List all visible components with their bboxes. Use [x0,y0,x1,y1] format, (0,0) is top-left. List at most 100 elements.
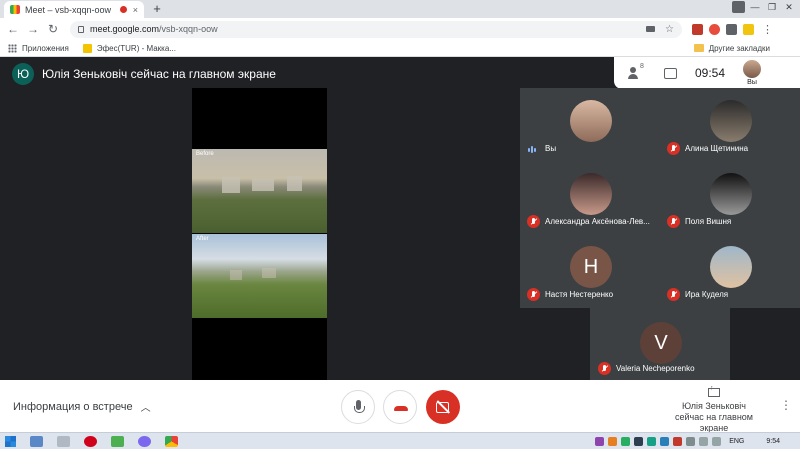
participant-tile[interactable]: Вы [520,88,660,161]
bookmark-efes-label: Эфес(TUR) - Макка... [96,43,176,53]
before-photo: Before [192,149,327,233]
network-icon[interactable] [699,436,709,446]
camera-permission-icon[interactable] [646,26,656,32]
presenter-bar: Ю Юлія Зеньковіч сейчас на главном экран… [12,63,276,85]
tray-icon[interactable] [673,436,683,446]
presenter-avatar: Ю [12,63,34,85]
app-icon[interactable] [111,435,124,447]
camera-off-button[interactable] [426,390,460,424]
extension-icon[interactable] [692,23,703,35]
participant-name: Алина Щетинина [685,144,749,153]
minimize-button[interactable]: — [748,1,762,14]
reload-icon[interactable]: ↻ [46,22,60,36]
screen: Meet – vsb-xqqn-oow × + — ❐ ✕ ← → ↻ meet… [0,0,800,449]
url-path: /vsb-xqqn-oow [159,24,218,34]
address-bar[interactable]: meet.google.com /vsb-xqqn-oow ☆ [70,20,682,38]
browser-tabstrip: Meet – vsb-xqqn-oow × + — ❐ ✕ [0,0,800,18]
building-shape [287,176,302,191]
bookmark-star-icon[interactable]: ☆ [665,24,674,35]
profile-icon[interactable] [732,1,745,13]
mic-off-icon [667,288,680,301]
chrome-icon[interactable] [165,435,178,447]
meeting-info-button[interactable]: Информация о встрече ︿ [13,399,151,415]
self-label: Вы [747,79,757,86]
browser-tab-meet[interactable]: Meet – vsb-xqqn-oow × [4,1,144,18]
presenting-line-1: Юлія Зеньковіч [682,401,746,411]
hang-up-button[interactable] [383,390,417,424]
meeting-clock: 09:54 [695,66,726,80]
meet-controls: Информация о встрече ︿ Юлія Зеньковіч се… [0,380,800,434]
volume-icon[interactable] [712,436,722,446]
participant-tile[interactable]: H Настя Нестеренко [520,234,660,307]
participant-tile[interactable]: V Valeria Necheporenko [590,308,730,380]
participant-tile[interactable]: Алина Щетинина [660,88,800,161]
participant-avatar: V [640,322,682,364]
participant-name: Valeria Necheporenko [616,364,695,373]
bookmark-other[interactable]: Другие закладки [693,43,770,53]
building-shape [262,268,276,278]
meet-top-panel: 8 09:54 Вы [614,57,800,89]
bookmark-other-label: Другие закладки [708,43,770,53]
self-preview[interactable]: Вы [743,60,762,86]
extension-icon[interactable] [743,23,754,35]
tray-icon[interactable] [660,436,670,446]
participant-name: Ира Куделя [685,290,729,299]
tray-icon[interactable] [634,436,644,446]
participant-grid: Вы Алина Щетинина Александра Аксёнова-Ле… [520,88,800,308]
opera-icon[interactable] [84,435,97,447]
participant-avatar [710,173,752,215]
restore-button[interactable]: ❐ [765,1,779,14]
after-photo: After [192,234,327,318]
participant-count: 8 [640,63,644,70]
building-shape [222,177,240,193]
bookmark-apps-label: Приложения [22,43,69,53]
extension-icon[interactable] [726,23,737,35]
system-clock[interactable]: 9:54 [766,438,780,445]
after-label: After [196,236,209,242]
explorer-icon[interactable] [30,435,43,447]
tray-icon[interactable] [647,436,657,446]
microphone-button[interactable] [341,390,375,424]
participant-tile[interactable]: Александра Аксёнова-Лев... [520,161,660,234]
tray-icon[interactable] [686,436,696,446]
people-icon[interactable]: 8 [628,63,646,80]
mic-off-icon [598,362,611,375]
present-screen-icon [708,385,720,397]
close-window-button[interactable]: ✕ [782,1,796,14]
meeting-info-label: Информация о встрече [13,400,133,413]
participant-avatar [710,100,752,142]
tab-close-icon[interactable]: × [133,5,138,15]
participant-name: Вы [545,144,557,153]
participant-tile[interactable]: Ира Куделя [660,234,800,307]
participant-tile[interactable]: Поля Вишня [660,161,800,234]
input-language[interactable]: ENG [729,438,744,445]
bookmark-apps[interactable]: Приложения [8,43,69,53]
browser-menu-icon[interactable]: ⋮ [762,23,773,36]
participant-avatar [710,246,752,288]
tray-icon[interactable] [608,436,618,446]
participant-avatar [570,100,612,142]
viber-icon[interactable] [138,435,151,447]
meet-favicon-icon [10,5,20,14]
presenting-status-button[interactable]: Юлія Зеньковіч сейчас на главном экране [664,385,764,434]
building-shape [252,179,274,191]
extensions-area [692,23,754,35]
speaking-indicator-icon [528,146,536,153]
self-avatar [743,60,762,78]
system-tray: ENG 9:54 [595,436,794,446]
before-label: Before [196,151,214,157]
chevron-up-icon: ︿ [140,403,151,414]
app-icon[interactable] [57,435,70,447]
participant-name: Поля Вишня [685,217,732,226]
forward-arrow-icon[interactable]: → [26,22,40,36]
tray-icon[interactable] [595,436,605,446]
chat-icon[interactable] [664,67,677,79]
start-button-icon[interactable] [5,435,16,447]
extension-icon[interactable] [709,23,720,35]
new-tab-button[interactable]: + [150,2,164,16]
mic-off-icon [527,288,540,301]
bookmark-efes[interactable]: Эфес(TUR) - Макка... [82,43,176,53]
more-options-icon[interactable]: ⋮ [780,398,792,412]
tray-icon[interactable] [621,436,631,446]
back-arrow-icon[interactable]: ← [6,22,20,36]
